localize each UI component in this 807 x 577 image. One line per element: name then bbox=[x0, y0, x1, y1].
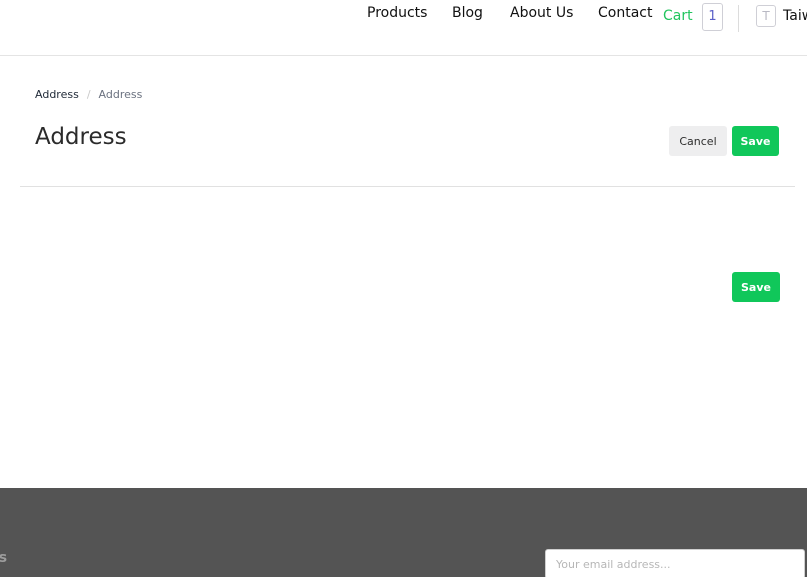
breadcrumb-current: Address bbox=[98, 88, 143, 101]
save-button-top[interactable]: Save bbox=[732, 126, 779, 156]
newsletter-email-input[interactable] bbox=[545, 549, 805, 577]
nav-link-products[interactable]: Products bbox=[367, 5, 427, 21]
user-avatar[interactable]: T bbox=[756, 5, 776, 27]
top-navigation-bar: Products Blog About Us Contact Cart 1 T … bbox=[0, 0, 807, 56]
cart-count-badge[interactable]: 1 bbox=[702, 3, 723, 31]
nav-link-contact[interactable]: Contact bbox=[598, 5, 652, 21]
section-divider bbox=[20, 186, 795, 187]
breadcrumb-item-address[interactable]: Address bbox=[35, 88, 79, 101]
page-title: Address bbox=[35, 124, 127, 150]
breadcrumb: Address / Address bbox=[35, 88, 142, 101]
user-name-link[interactable]: Taiw bbox=[783, 8, 807, 24]
cancel-button[interactable]: Cancel bbox=[669, 126, 727, 156]
nav-link-blog[interactable]: Blog bbox=[452, 5, 483, 21]
footer-heading: ts bbox=[0, 550, 8, 566]
save-button-bottom[interactable]: Save bbox=[732, 272, 780, 302]
site-footer: ts bbox=[0, 488, 807, 577]
breadcrumb-separator: / bbox=[86, 88, 91, 101]
cart-link[interactable]: Cart bbox=[663, 8, 693, 24]
nav-link-about-us[interactable]: About Us bbox=[510, 5, 573, 21]
header-divider bbox=[738, 5, 739, 32]
